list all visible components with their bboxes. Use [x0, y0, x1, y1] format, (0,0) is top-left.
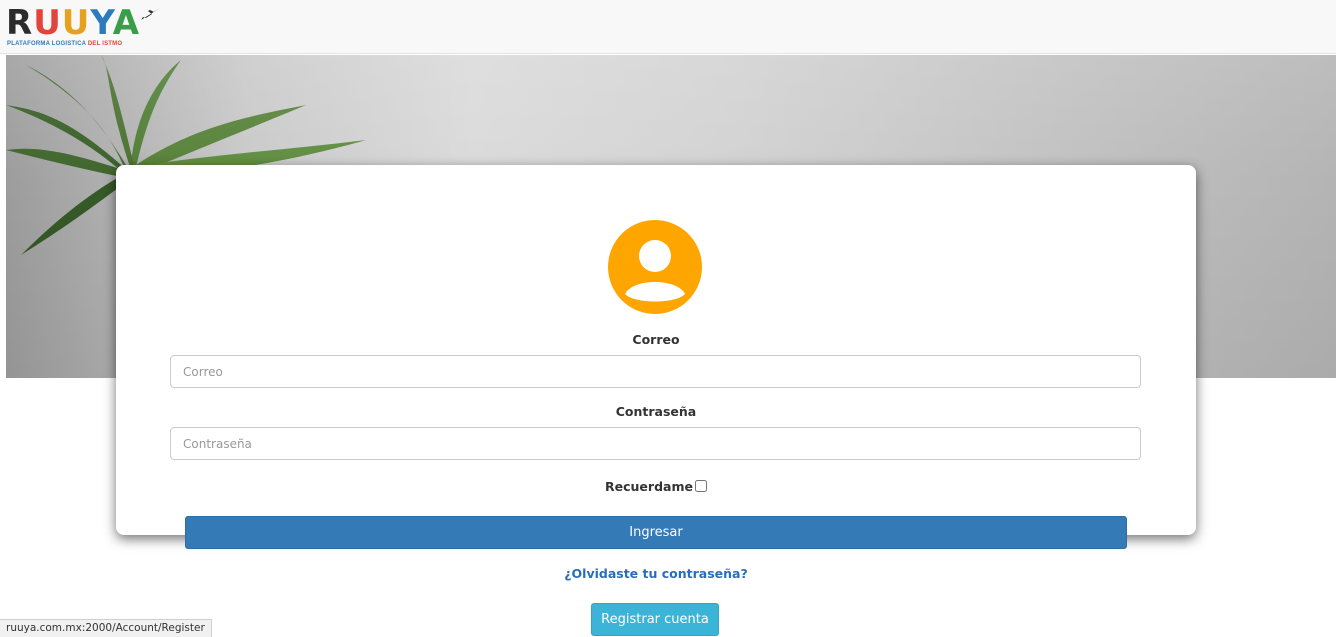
plane-icon: [141, 8, 160, 20]
forgot-password-link[interactable]: ¿Olvidaste tu contraseña?: [116, 566, 1196, 581]
password-field[interactable]: [170, 427, 1141, 460]
browser-status-url: ruuya.com.mx:2000/Account/Register: [0, 619, 212, 637]
user-circle-icon: [608, 220, 702, 314]
remember-label: Recuerdame: [605, 479, 693, 494]
logo-tagline: PLATAFORMA LOGISTICA DEL ISTMO: [7, 41, 123, 47]
brand-logo[interactable]: RUUYA PLATAFORMA LOGISTICA DEL ISTMO: [6, 4, 166, 50]
password-label: Contraseña: [615, 404, 697, 419]
login-button[interactable]: Ingresar: [185, 516, 1127, 549]
logo-wordmark: RUUYA: [6, 3, 141, 43]
register-button[interactable]: Registrar cuenta: [591, 603, 719, 636]
email-field[interactable]: [170, 355, 1141, 388]
top-navbar: RUUYA PLATAFORMA LOGISTICA DEL ISTMO: [0, 0, 1336, 54]
email-label: Correo: [632, 332, 680, 347]
remember-checkbox[interactable]: [694, 480, 707, 492]
remember-row: Recuerdame: [116, 479, 1196, 494]
